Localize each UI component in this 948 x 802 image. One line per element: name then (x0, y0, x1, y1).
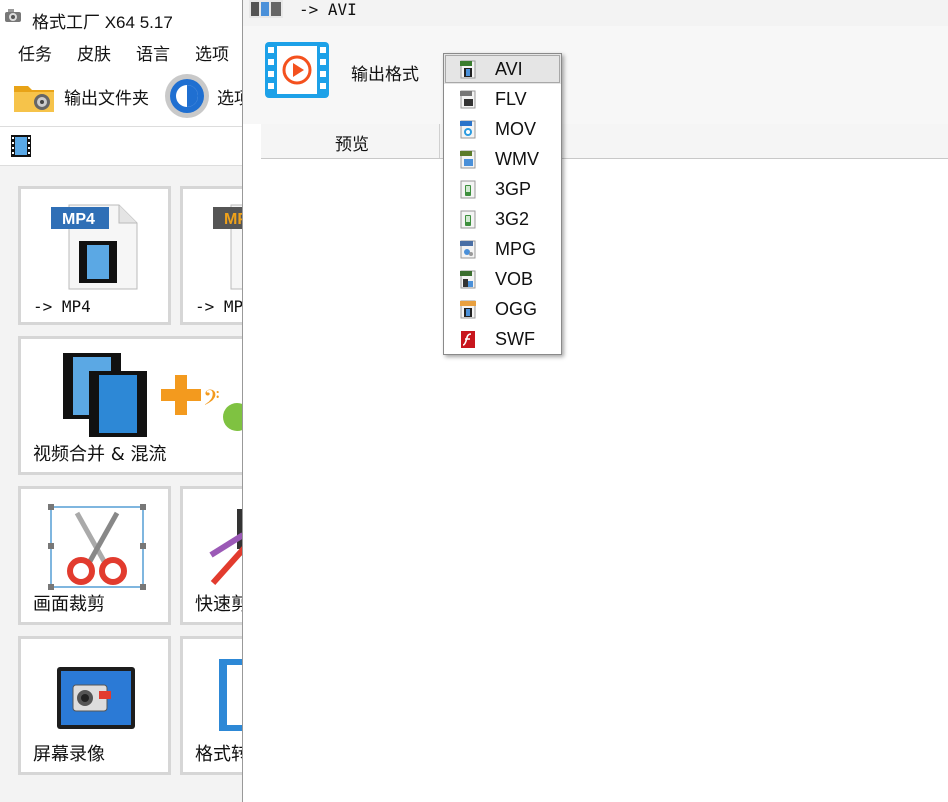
format-option-label: SWF (495, 329, 535, 349)
3g2-file-icon (460, 210, 476, 229)
video-category-icon[interactable] (9, 134, 33, 158)
preview-column-header[interactable]: 预览 (335, 130, 369, 155)
avi-dialog: -> AVI 输出格式 预览 (242, 0, 948, 802)
tile-crop-label: 画面裁剪 (33, 594, 105, 614)
format-option-ogg[interactable]: OGG (444, 294, 561, 324)
menu-skin[interactable]: 皮肤 (77, 40, 111, 65)
tile-to-mp4[interactable]: MP4 -> MP4 (18, 186, 171, 325)
file-list-header: 预览 (261, 124, 948, 159)
format-option-label: FLV (495, 89, 527, 109)
tile-crop[interactable]: 画面裁剪 (18, 486, 171, 625)
format-option-vob[interactable]: VOB (444, 264, 561, 294)
svg-text:𝄢: 𝄢 (203, 386, 220, 416)
tile-quick-clip-label: 快速剪辑 (195, 594, 242, 614)
options-button[interactable]: 选项 (163, 70, 242, 122)
video-merge-icon: 𝄢 (63, 353, 242, 437)
tile-quick-clip[interactable]: 快速剪辑 (180, 486, 242, 625)
column-divider[interactable] (439, 124, 440, 158)
avi-file-icon (460, 60, 476, 79)
tile-screen-record[interactable]: 屏幕录像 (18, 636, 171, 775)
vob-file-icon (460, 270, 476, 289)
menu-bar: 任务 皮肤 语言 选项 (0, 34, 242, 66)
window-title: 格式工厂 X64 5.17 (32, 13, 173, 32)
dialog-title: -> AVI (299, 0, 357, 19)
format-option-3g2[interactable]: 3G2 (444, 204, 561, 234)
format-option-label: AVI (495, 59, 523, 79)
mp4-badge-text: MP4 (62, 211, 95, 228)
quick-clip-icon (209, 509, 242, 586)
tile-video-merge[interactable]: 𝄢 视频合并 & 混流 (18, 336, 242, 475)
tile-screen-record-label: 屏幕录像 (33, 744, 105, 764)
screen-record-icon (57, 667, 135, 729)
format-option-label: 3GP (495, 179, 532, 199)
format-convert-icon (219, 659, 242, 731)
mp3-file-icon: MP3 (213, 204, 242, 290)
output-folder-button[interactable]: 输出文件夹 (12, 74, 157, 118)
scissors-crop-icon (48, 504, 146, 590)
category-bar (0, 127, 242, 166)
video-format-icon (265, 42, 329, 98)
options-label: 选项 (217, 89, 242, 108)
main-window: 格式工厂 X64 5.17 任务 皮肤 语言 选项 输出文件夹 选项 (0, 0, 242, 802)
format-option-mov[interactable]: MOV (444, 114, 561, 144)
file-list-area[interactable] (261, 159, 948, 802)
format-option-label: WMV (495, 149, 539, 169)
output-folder-label: 输出文件夹 (64, 89, 149, 108)
dialog-settings-area: 输出格式 (243, 26, 948, 124)
folder-icon (14, 86, 54, 112)
tile-format-convert[interactable]: 格式转换 (180, 636, 242, 775)
3gp-file-icon (460, 180, 476, 199)
menu-language[interactable]: 语言 (136, 40, 170, 65)
format-option-label: MOV (495, 119, 537, 139)
dialog-app-icon (249, 0, 283, 18)
swf-flash-icon (461, 331, 475, 348)
format-option-label: 3G2 (495, 209, 530, 229)
dialog-title-bar: -> AVI (243, 0, 948, 26)
format-option-mpg[interactable]: MPG (444, 234, 561, 264)
format-option-3gp[interactable]: 3GP (444, 174, 561, 204)
output-format-dropdown[interactable]: AVI FLV MOV WMV 3GP 3G2 MPG VOB OGG SWF (443, 53, 562, 355)
ogg-file-icon (460, 300, 476, 319)
mp4-file-icon: MP4 (51, 204, 138, 290)
mov-file-icon (460, 120, 476, 139)
output-format-label: 输出格式 (351, 65, 419, 84)
function-tiles: MP4 -> MP4 MP3 -> MP3 𝄢 视频合并 (0, 166, 242, 802)
format-option-wmv[interactable]: WMV (444, 144, 561, 174)
app-logo-icon (5, 9, 21, 22)
format-option-flv[interactable]: FLV (444, 84, 561, 114)
options-gear-icon (165, 74, 209, 118)
mp3-badge-text: MP3 (224, 211, 242, 228)
format-option-label: MPG (495, 239, 537, 259)
flv-file-icon (460, 90, 476, 109)
format-option-avi[interactable]: AVI (444, 54, 561, 84)
title-bar: 格式工厂 X64 5.17 (0, 0, 242, 34)
menu-options[interactable]: 选项 (195, 40, 229, 65)
mpg-file-icon (460, 240, 476, 259)
tile-to-mp3[interactable]: MP3 -> MP3 (180, 186, 242, 325)
tile-format-convert-label: 格式转换 (195, 744, 242, 764)
tile-to-mp3-label: -> MP3 (195, 297, 242, 316)
tile-video-merge-label: 视频合并 & 混流 (33, 444, 167, 465)
wmv-file-icon (460, 150, 476, 169)
menu-task[interactable]: 任务 (18, 40, 52, 65)
format-option-label: OGG (495, 299, 538, 319)
format-option-label: VOB (495, 269, 534, 289)
tile-to-mp4-label: -> MP4 (33, 297, 91, 316)
format-option-swf[interactable]: SWF (444, 324, 561, 354)
toolbar: 输出文件夹 选项 (0, 66, 242, 127)
